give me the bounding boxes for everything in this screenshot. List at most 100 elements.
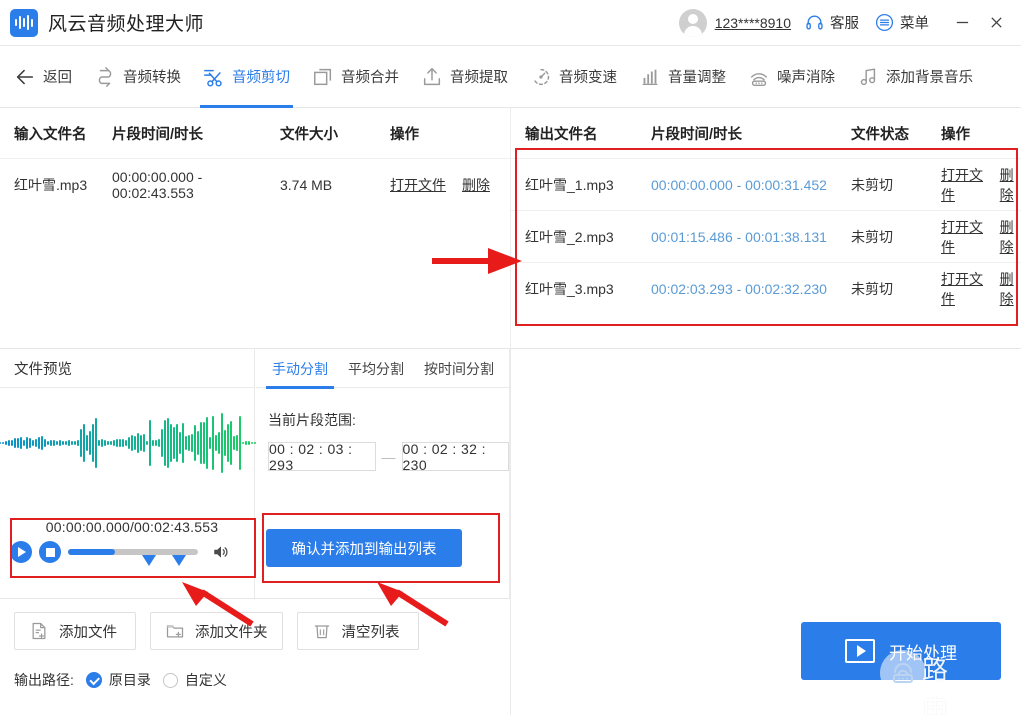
menu-button[interactable]: 菜单 <box>875 12 929 33</box>
clear-list-button[interactable]: 清空列表 <box>297 612 419 650</box>
input-table-header: 输入文件名 片段时间/时长 文件大小 操作 <box>0 108 510 158</box>
start-processing-button[interactable]: 开始处理 <box>801 622 1001 680</box>
col-input-ops: 操作 <box>390 123 500 144</box>
start-processing-label: 开始处理 <box>889 639 957 664</box>
watermark-subtext: luyouqi.com <box>924 679 999 695</box>
audio-waveform-icon <box>0 388 254 498</box>
open-file-link[interactable]: 打开文件 <box>390 175 446 195</box>
tool-audio-merge[interactable]: 音频合并 <box>301 46 410 108</box>
account-link[interactable]: 123****8910 <box>715 15 791 31</box>
table-row[interactable]: 红叶雪.mp3 00:00:00.000 - 00:02:43.553 3.74… <box>0 158 510 210</box>
speaker-icon[interactable] <box>211 543 231 561</box>
current-range-label: 当前片段范围: <box>268 410 509 430</box>
scissors-icon <box>203 66 225 88</box>
col-output-ops: 操作 <box>941 123 1021 144</box>
split-tabs: 手动分割 平均分割 按时间分割 <box>256 349 509 388</box>
confirm-add-to-output-button[interactable]: 确认并添加到输出列表 <box>266 529 462 567</box>
col-output-status: 文件状态 <box>851 123 941 144</box>
output-table-header: 输出文件名 片段时间/时长 文件状态 操作 <box>511 108 1021 158</box>
output-file-ops: 打开文件 删除 <box>941 269 1021 309</box>
stop-icon[interactable] <box>39 541 61 563</box>
delete-link[interactable]: 删除 <box>1000 165 1021 205</box>
output-file-name: 红叶雪_1.mp3 <box>511 175 651 195</box>
tool-label: 音频变速 <box>559 66 617 87</box>
output-file-status: 未剪切 <box>851 175 941 195</box>
confirm-area: 确认并添加到输出列表 <box>266 517 502 579</box>
audio-player: 00:00:00.000/00:02:43.553 <box>8 517 256 579</box>
back-button[interactable]: 返回 <box>0 46 83 108</box>
titlebar-actions: 123****8910 客服 菜单 <box>679 8 1021 38</box>
tab-time-split[interactable]: 按时间分割 <box>414 349 504 388</box>
col-output-name: 输出文件名 <box>511 123 651 144</box>
segment-marker-end[interactable] <box>172 555 186 566</box>
output-file-status: 未剪切 <box>851 227 941 247</box>
menu-list-icon <box>875 13 894 32</box>
bar-levels-icon <box>639 66 661 88</box>
input-file-ops: 打开文件 删除 <box>390 175 500 195</box>
output-path-label: 输出路径: <box>14 670 74 690</box>
radio-custom-dir[interactable]: 自定义 <box>163 670 227 690</box>
range-end-input[interactable]: 00 : 02 : 32 : 230 <box>402 442 510 471</box>
tool-volume-adjust[interactable]: 音量调整 <box>628 46 737 108</box>
upload-box-icon <box>421 66 443 88</box>
delete-link[interactable]: 删除 <box>1000 217 1021 257</box>
title-bar: 风云音频处理大师 123****8910 客服 菜单 <box>0 0 1021 46</box>
output-file-range: 00:01:15.486 - 00:01:38.131 <box>651 229 851 245</box>
tool-audio-extract[interactable]: 音频提取 <box>410 46 519 108</box>
output-file-status: 未剪切 <box>851 279 941 299</box>
tool-audio-convert[interactable]: 音频转换 <box>83 46 192 108</box>
radio-original-dir[interactable]: 原目录 <box>86 670 151 690</box>
open-file-link[interactable]: 打开文件 <box>941 269 984 309</box>
tool-label: 音频转换 <box>123 66 181 87</box>
audio-wave-icon <box>10 9 38 37</box>
table-row[interactable]: 红叶雪_1.mp3 00:00:00.000 - 00:00:31.452 未剪… <box>511 158 1021 210</box>
tool-audio-speed[interactable]: 音频变速 <box>519 46 628 108</box>
input-file-name: 红叶雪.mp3 <box>0 175 112 195</box>
open-file-link[interactable]: 打开文件 <box>941 165 984 205</box>
bottom-bar: 添加文件 添加文件夹 清空列表 <box>0 600 510 715</box>
add-folder-button[interactable]: 添加文件夹 <box>150 612 283 650</box>
music-note-icon <box>857 66 879 88</box>
tool-add-bgm[interactable]: 添加背景音乐 <box>846 46 984 108</box>
arrow-left-icon <box>14 66 36 88</box>
clear-list-label: 清空列表 <box>342 621 400 642</box>
tool-label: 音量调整 <box>668 66 726 87</box>
play-icon[interactable] <box>10 541 32 563</box>
add-file-button[interactable]: 添加文件 <box>14 612 136 650</box>
output-path-row: 输出路径: 原目录 自定义 <box>0 650 510 690</box>
input-file-panel: 输入文件名 片段时间/时长 文件大小 操作 红叶雪.mp3 00:00:00.0… <box>0 108 510 348</box>
tool-label: 音频合并 <box>341 66 399 87</box>
minimize-icon[interactable] <box>945 8 979 38</box>
app-window: 风云音频处理大师 123****8910 客服 菜单 <box>0 0 1021 715</box>
add-folder-label: 添加文件夹 <box>195 621 268 642</box>
divider-vertical <box>510 349 511 715</box>
input-file-range: 00:00:00.000 - 00:02:43.553 <box>112 169 280 201</box>
user-avatar-icon[interactable] <box>679 9 707 37</box>
tab-average-split[interactable]: 平均分割 <box>338 349 414 388</box>
input-file-size: 3.74 MB <box>280 177 390 193</box>
delete-link[interactable]: 删除 <box>1000 269 1021 309</box>
progress-fill <box>68 549 115 555</box>
tool-audio-cut[interactable]: 音频剪切 <box>192 46 301 108</box>
table-row[interactable]: 红叶雪_2.mp3 00:01:15.486 - 00:01:38.131 未剪… <box>511 210 1021 262</box>
radio-custom-dir-label: 自定义 <box>185 670 227 690</box>
progress-slider[interactable] <box>68 549 198 555</box>
open-file-link[interactable]: 打开文件 <box>941 217 984 257</box>
speed-circle-icon <box>530 66 552 88</box>
tool-noise-reduce[interactable]: 噪声消除 <box>737 46 846 108</box>
folder-add-icon <box>165 621 185 641</box>
tab-manual-split[interactable]: 手动分割 <box>262 349 338 388</box>
delete-link[interactable]: 删除 <box>462 175 490 195</box>
support-label: 客服 <box>830 12 859 33</box>
range-inputs: 00 : 02 : 03 : 293 — 00 : 02 : 32 : 230 <box>268 442 509 471</box>
segment-marker-start[interactable] <box>142 555 156 566</box>
support-button[interactable]: 客服 <box>805 12 859 33</box>
back-label: 返回 <box>43 66 72 87</box>
tool-label: 噪声消除 <box>777 66 835 87</box>
merge-squares-icon <box>312 66 334 88</box>
table-row[interactable]: 红叶雪_3.mp3 00:02:03.293 - 00:02:32.230 未剪… <box>511 262 1021 314</box>
close-icon[interactable] <box>979 8 1013 38</box>
output-file-name: 红叶雪_3.mp3 <box>511 279 651 299</box>
noise-waves-icon <box>748 66 770 88</box>
range-start-input[interactable]: 00 : 02 : 03 : 293 <box>268 442 376 471</box>
